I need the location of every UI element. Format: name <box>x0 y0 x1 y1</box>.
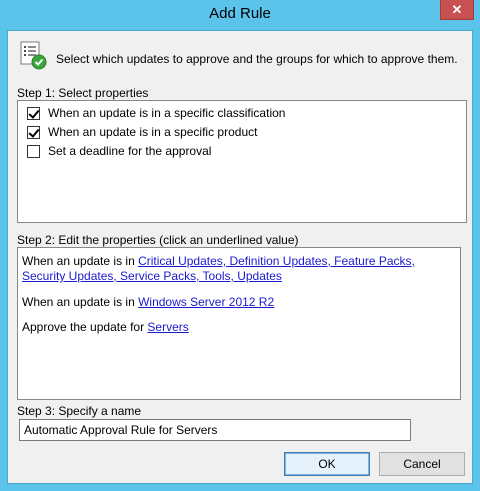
close-icon: ✕ <box>451 1 463 17</box>
option-label: When an update is in a specific product <box>48 125 258 139</box>
ok-button[interactable]: OK <box>284 452 370 476</box>
product-checkbox[interactable] <box>27 125 40 139</box>
dialog-content: Select which updates to approve and the … <box>7 30 473 484</box>
step2-label: Step 2: Edit the properties (click an un… <box>17 233 299 247</box>
option-label: When an update is in a specific classifi… <box>48 106 286 120</box>
add-rule-dialog: Add Rule ✕ Select which updates to appro… <box>0 0 480 491</box>
cancel-button[interactable]: Cancel <box>379 452 465 476</box>
rule-text: When an update is in <box>22 254 139 268</box>
option-deadline[interactable]: Set a deadline for the approval <box>27 143 211 159</box>
checklist-approve-icon <box>20 41 47 70</box>
title-bar[interactable]: Add Rule ✕ <box>0 0 480 30</box>
classification-checkbox[interactable] <box>27 106 40 120</box>
rule-line-product: When an update is in Windows Server 2012… <box>22 295 274 310</box>
rule-line-group: Approve the update for Servers <box>22 320 189 335</box>
rule-description-panel: When an update is in Critical Updates, D… <box>17 247 461 400</box>
option-classification[interactable]: When an update is in a specific classifi… <box>27 105 285 121</box>
option-label: Set a deadline for the approval <box>48 144 212 158</box>
rule-name-input[interactable] <box>19 419 411 441</box>
rule-text: Approve the update for <box>22 320 148 334</box>
window-title: Add Rule <box>209 5 271 22</box>
rule-line-classification: When an update is in Critical Updates, D… <box>22 254 415 284</box>
close-button[interactable]: ✕ <box>440 0 474 20</box>
group-link[interactable]: Servers <box>147 320 188 334</box>
rule-text: When an update is in <box>22 295 139 309</box>
instruction-text: Select which updates to approve and the … <box>56 52 458 66</box>
step3-label: Step 3: Specify a name <box>17 404 142 418</box>
option-product[interactable]: When an update is in a specific product <box>27 124 257 140</box>
properties-list: When an update is in a specific classifi… <box>17 100 467 223</box>
product-link[interactable]: Windows Server 2012 R2 <box>138 295 274 309</box>
classification-link[interactable]: Critical Updates, Definition Updates, Fe… <box>138 254 415 268</box>
deadline-checkbox[interactable] <box>27 144 40 158</box>
classification-link-continued[interactable]: Security Updates, Service Packs, Tools, … <box>22 269 282 283</box>
step1-label: Step 1: Select properties <box>17 86 149 100</box>
